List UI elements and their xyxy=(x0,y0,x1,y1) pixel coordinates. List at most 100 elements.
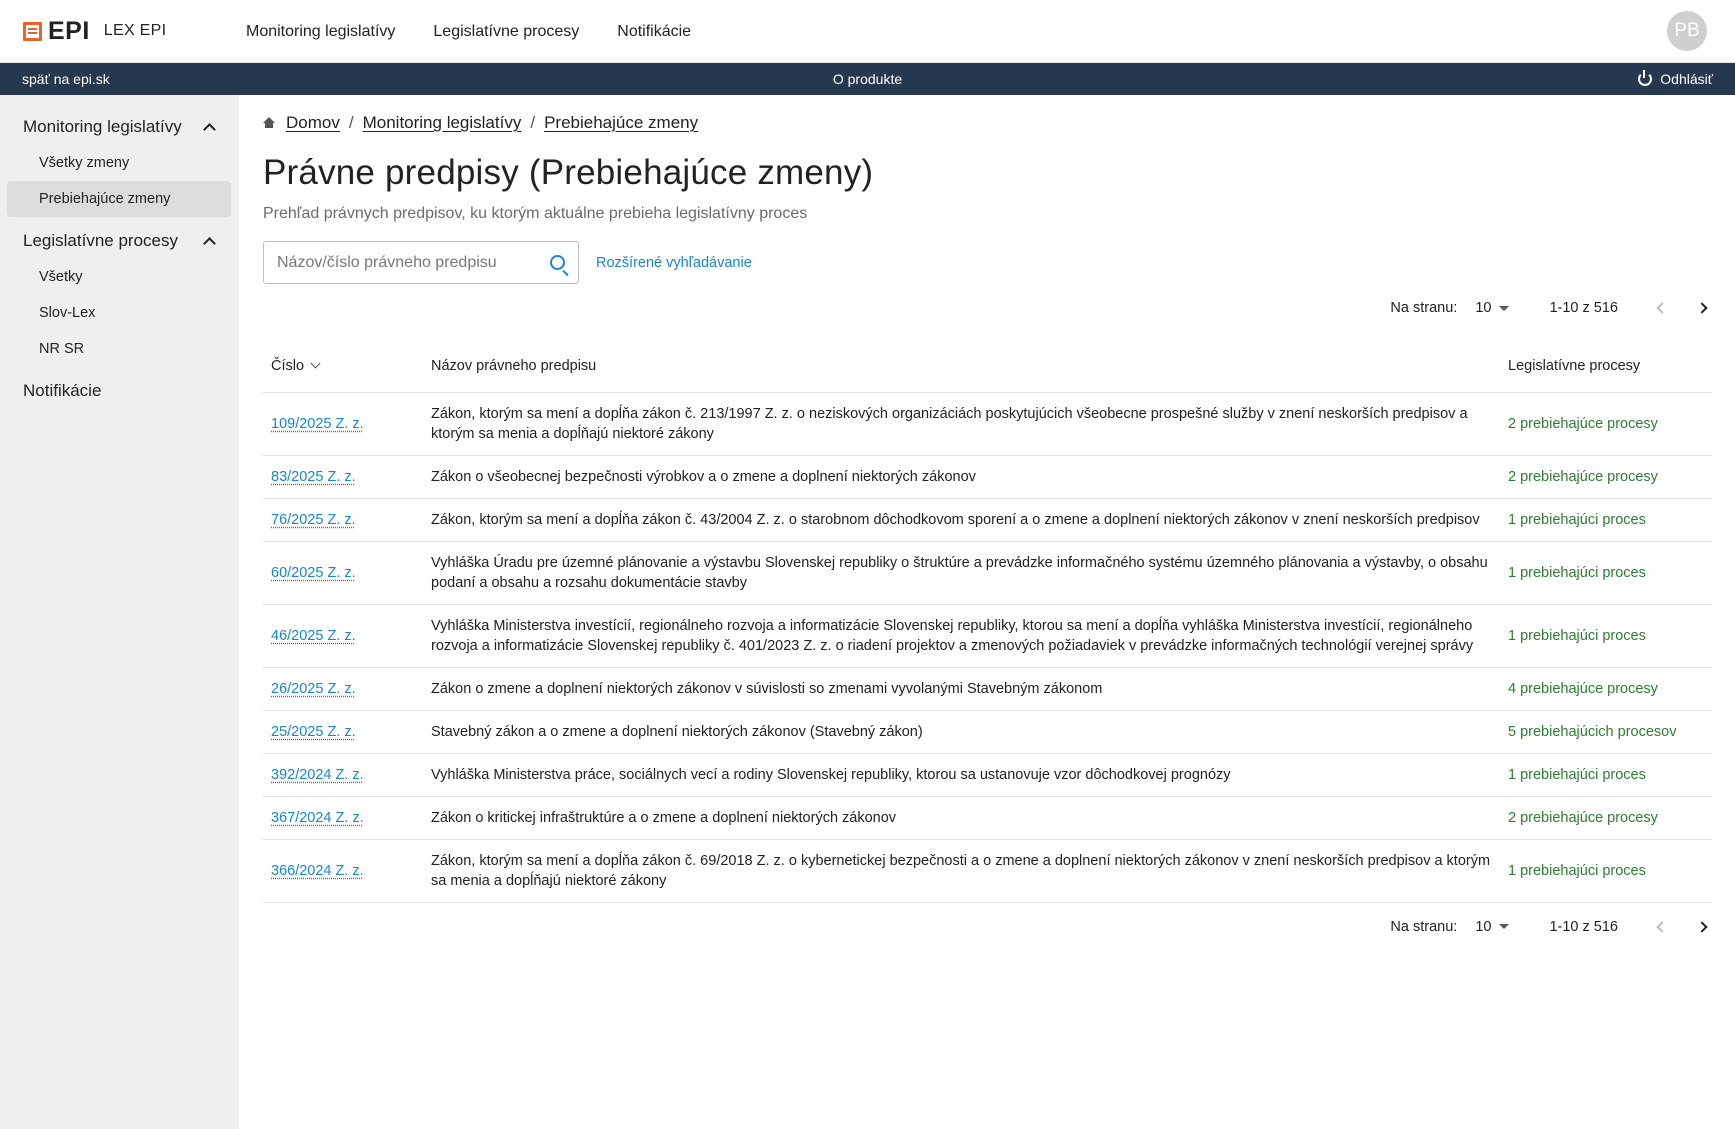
product-name: LEX EPI xyxy=(103,22,167,39)
table-row: 83/2025 Z. z. Zákon o všeobecnej bezpečno… xyxy=(263,455,1712,499)
page-title: Právne predpisy (Prebiehajúce zmeny) xyxy=(263,153,874,192)
caret-down-icon xyxy=(1499,924,1510,929)
topnav-monitoring[interactable]: Monitoring legislatívy xyxy=(246,23,395,41)
table-body: 109/2025 Z. z. Zákon, ktorým sa mení a do… xyxy=(263,392,1712,903)
sidebar-item-ongoing-changes[interactable]: Prebiehajúce zmeny xyxy=(7,181,231,217)
column-header-processes: Legislatívne procesy xyxy=(1500,340,1712,393)
regulation-title: Vyhláška Ministerstva investícií, region… xyxy=(423,604,1500,668)
caret-down-icon xyxy=(1499,305,1510,311)
process-count-link[interactable]: 2 prebiehajúce procesy xyxy=(1500,392,1712,456)
chevron-right-icon xyxy=(1696,302,1708,314)
regulation-number-link[interactable]: 392/2024 Z. z. xyxy=(271,767,364,783)
table-row: 25/2025 Z. z. Stavebný zákon a o zmene a … xyxy=(263,710,1712,754)
prev-page-button[interactable] xyxy=(1652,917,1672,937)
regulation-title: Zákon, ktorým sa mení a dopĺňa zákon č. … xyxy=(423,839,1500,903)
table-row: 46/2025 Z. z. Vyhláška Ministerstva inves… xyxy=(263,604,1712,668)
logout-button[interactable]: Odhlásiť xyxy=(1638,70,1713,87)
search-input[interactable] xyxy=(277,253,527,272)
topnav-notifications[interactable]: Notifikácie xyxy=(617,23,691,41)
page-range: 1-10 z 516 xyxy=(1549,300,1618,316)
process-count-link[interactable]: 1 prebiehajúci proces xyxy=(1500,541,1712,605)
advanced-search-link[interactable]: Rozšírené vyhľadávanie xyxy=(596,255,752,271)
per-page-select[interactable]: 10 xyxy=(1475,919,1510,935)
regulation-title: Zákon, ktorým sa mení a dopĺňa zákon č. … xyxy=(423,498,1500,542)
regulation-number-cell: 76/2025 Z. z. xyxy=(263,498,423,542)
sidebar-section-legislative-processes[interactable]: Legislatívne procesy xyxy=(0,223,239,259)
regulation-title: Zákon o kritickej infraštruktúre a o zme… xyxy=(423,796,1500,840)
regulation-number-link[interactable]: 26/2025 Z. z. xyxy=(271,681,356,697)
per-page-select[interactable]: 10 xyxy=(1475,300,1510,316)
process-count-link[interactable]: 5 prebiehajúcich procesov xyxy=(1500,710,1712,754)
sub-bar: späť na epi.sk O produkte Odhlásiť xyxy=(0,63,1735,95)
search-row: Rozšírené vyhľadávanie xyxy=(263,241,1712,284)
process-count-link[interactable]: 2 prebiehajúce procesy xyxy=(1500,455,1712,499)
regulation-number-cell: 83/2025 Z. z. xyxy=(263,455,423,499)
main-content: Domov / Monitoring legislatívy / Prebieh… xyxy=(239,95,1735,1129)
chevron-left-icon xyxy=(1656,920,1668,933)
regulation-number-cell: 46/2025 Z. z. xyxy=(263,604,423,668)
prev-page-button[interactable] xyxy=(1652,298,1672,318)
regulation-number-link[interactable]: 83/2025 Z. z. xyxy=(271,469,356,485)
breadcrumb-ongoing-changes[interactable]: Prebiehajúce zmeny xyxy=(544,113,698,133)
table-row: 109/2025 Z. z. Zákon, ktorým sa mení a do… xyxy=(263,392,1712,456)
chevron-right-icon xyxy=(1696,920,1708,933)
sub-bar-center: O produkte xyxy=(0,71,1735,87)
power-icon xyxy=(1638,70,1653,86)
avatar[interactable]: PB xyxy=(1667,11,1707,51)
regulation-number-link[interactable]: 46/2025 Z. z. xyxy=(271,628,356,644)
top-header: EPI LEX EPI Monitoring legislatívy Legis… xyxy=(0,0,1735,63)
sidebar-item-nr-sr[interactable]: NR SR xyxy=(7,331,231,367)
per-page-label: Na stranu: xyxy=(1390,300,1458,316)
sidebar-section-label: Legislatívne procesy xyxy=(23,231,178,250)
table-row: 76/2025 Z. z. Zákon, ktorým sa mení a dop… xyxy=(263,498,1712,542)
regulation-title: Vyhláška Úradu pre územné plánovanie a v… xyxy=(423,541,1500,605)
column-header-number[interactable]: Číslo xyxy=(263,340,423,393)
table-row: 26/2025 Z. z. Zákon o zmene a doplnení ni… xyxy=(263,667,1712,711)
regulation-number-link[interactable]: 25/2025 Z. z. xyxy=(271,724,356,740)
process-count-link[interactable]: 1 prebiehajúci proces xyxy=(1500,604,1712,668)
regulation-number-cell: 366/2024 Z. z. xyxy=(263,839,423,903)
next-page-button[interactable] xyxy=(1692,917,1712,937)
breadcrumb-monitoring[interactable]: Monitoring legislatívy xyxy=(363,113,522,133)
sidebar-section-label: Notifikácie xyxy=(23,381,102,400)
sidebar: Monitoring legislatívy Všetky zmeny Preb… xyxy=(0,95,239,1129)
process-count-link[interactable]: 1 prebiehajúci proces xyxy=(1500,839,1712,903)
regulation-title: Vyhláška Ministerstva práce, sociálnych … xyxy=(423,753,1500,797)
column-header-title: Názov právneho predpisu xyxy=(423,340,1500,393)
pagination-bottom: Na stranu: 10 1-10 z 516 xyxy=(263,915,1712,939)
process-count-link[interactable]: 4 prebiehajúce procesy xyxy=(1500,667,1712,711)
regulation-number-cell: 109/2025 Z. z. xyxy=(263,392,423,456)
regulation-number-cell: 367/2024 Z. z. xyxy=(263,796,423,840)
regulation-number-link[interactable]: 366/2024 Z. z. xyxy=(271,863,364,879)
process-count-link[interactable]: 1 prebiehajúci proces xyxy=(1500,498,1712,542)
table-header-row: Číslo Názov právneho predpisu Legislatív… xyxy=(263,340,1712,393)
regulation-title: Zákon o všeobecnej bezpečnosti výrobkov … xyxy=(423,455,1500,499)
breadcrumb-home[interactable]: Domov xyxy=(286,113,340,133)
process-count-link[interactable]: 2 prebiehajúce procesy xyxy=(1500,796,1712,840)
breadcrumb-separator: / xyxy=(348,113,354,132)
back-to-epi-link[interactable]: späť na epi.sk xyxy=(22,71,110,87)
regulation-title: Stavebný zákon a o zmene a doplnení niek… xyxy=(423,710,1500,754)
regulation-number-cell: 60/2025 Z. z. xyxy=(263,541,423,605)
next-page-button[interactable] xyxy=(1692,298,1712,318)
sidebar-section-monitoring[interactable]: Monitoring legislatívy xyxy=(0,109,239,145)
regulation-number-link[interactable]: 60/2025 Z. z. xyxy=(271,565,356,581)
search-icon[interactable] xyxy=(550,255,565,270)
breadcrumb: Domov / Monitoring legislatívy / Prebieh… xyxy=(263,113,1712,133)
table-row: 367/2024 Z. z. Zákon o kritickej infraštr… xyxy=(263,796,1712,840)
table-row: 366/2024 Z. z. Zákon, ktorým sa mení a do… xyxy=(263,839,1712,903)
sidebar-item-all[interactable]: Všetky xyxy=(7,259,231,295)
topnav-legislative-processes[interactable]: Legislatívne procesy xyxy=(433,23,579,41)
about-product-link[interactable]: O produkte xyxy=(833,71,902,87)
epi-logo[interactable]: EPI xyxy=(23,17,90,46)
process-count-link[interactable]: 1 prebiehajúci proces xyxy=(1500,753,1712,797)
regulation-number-link[interactable]: 76/2025 Z. z. xyxy=(271,512,356,528)
regulation-number-link[interactable]: 367/2024 Z. z. xyxy=(271,810,364,826)
table-row: 60/2025 Z. z. Vyhláška Úradu pre územné p… xyxy=(263,541,1712,605)
regulation-number-link[interactable]: 109/2025 Z. z. xyxy=(271,416,364,432)
regulation-number-cell: 392/2024 Z. z. xyxy=(263,753,423,797)
page-range: 1-10 z 516 xyxy=(1549,918,1618,935)
sidebar-item-all-changes[interactable]: Všetky zmeny xyxy=(7,145,231,181)
sidebar-item-slov-lex[interactable]: Slov-Lex xyxy=(7,295,231,331)
sidebar-section-notifications[interactable]: Notifikácie xyxy=(0,373,239,409)
